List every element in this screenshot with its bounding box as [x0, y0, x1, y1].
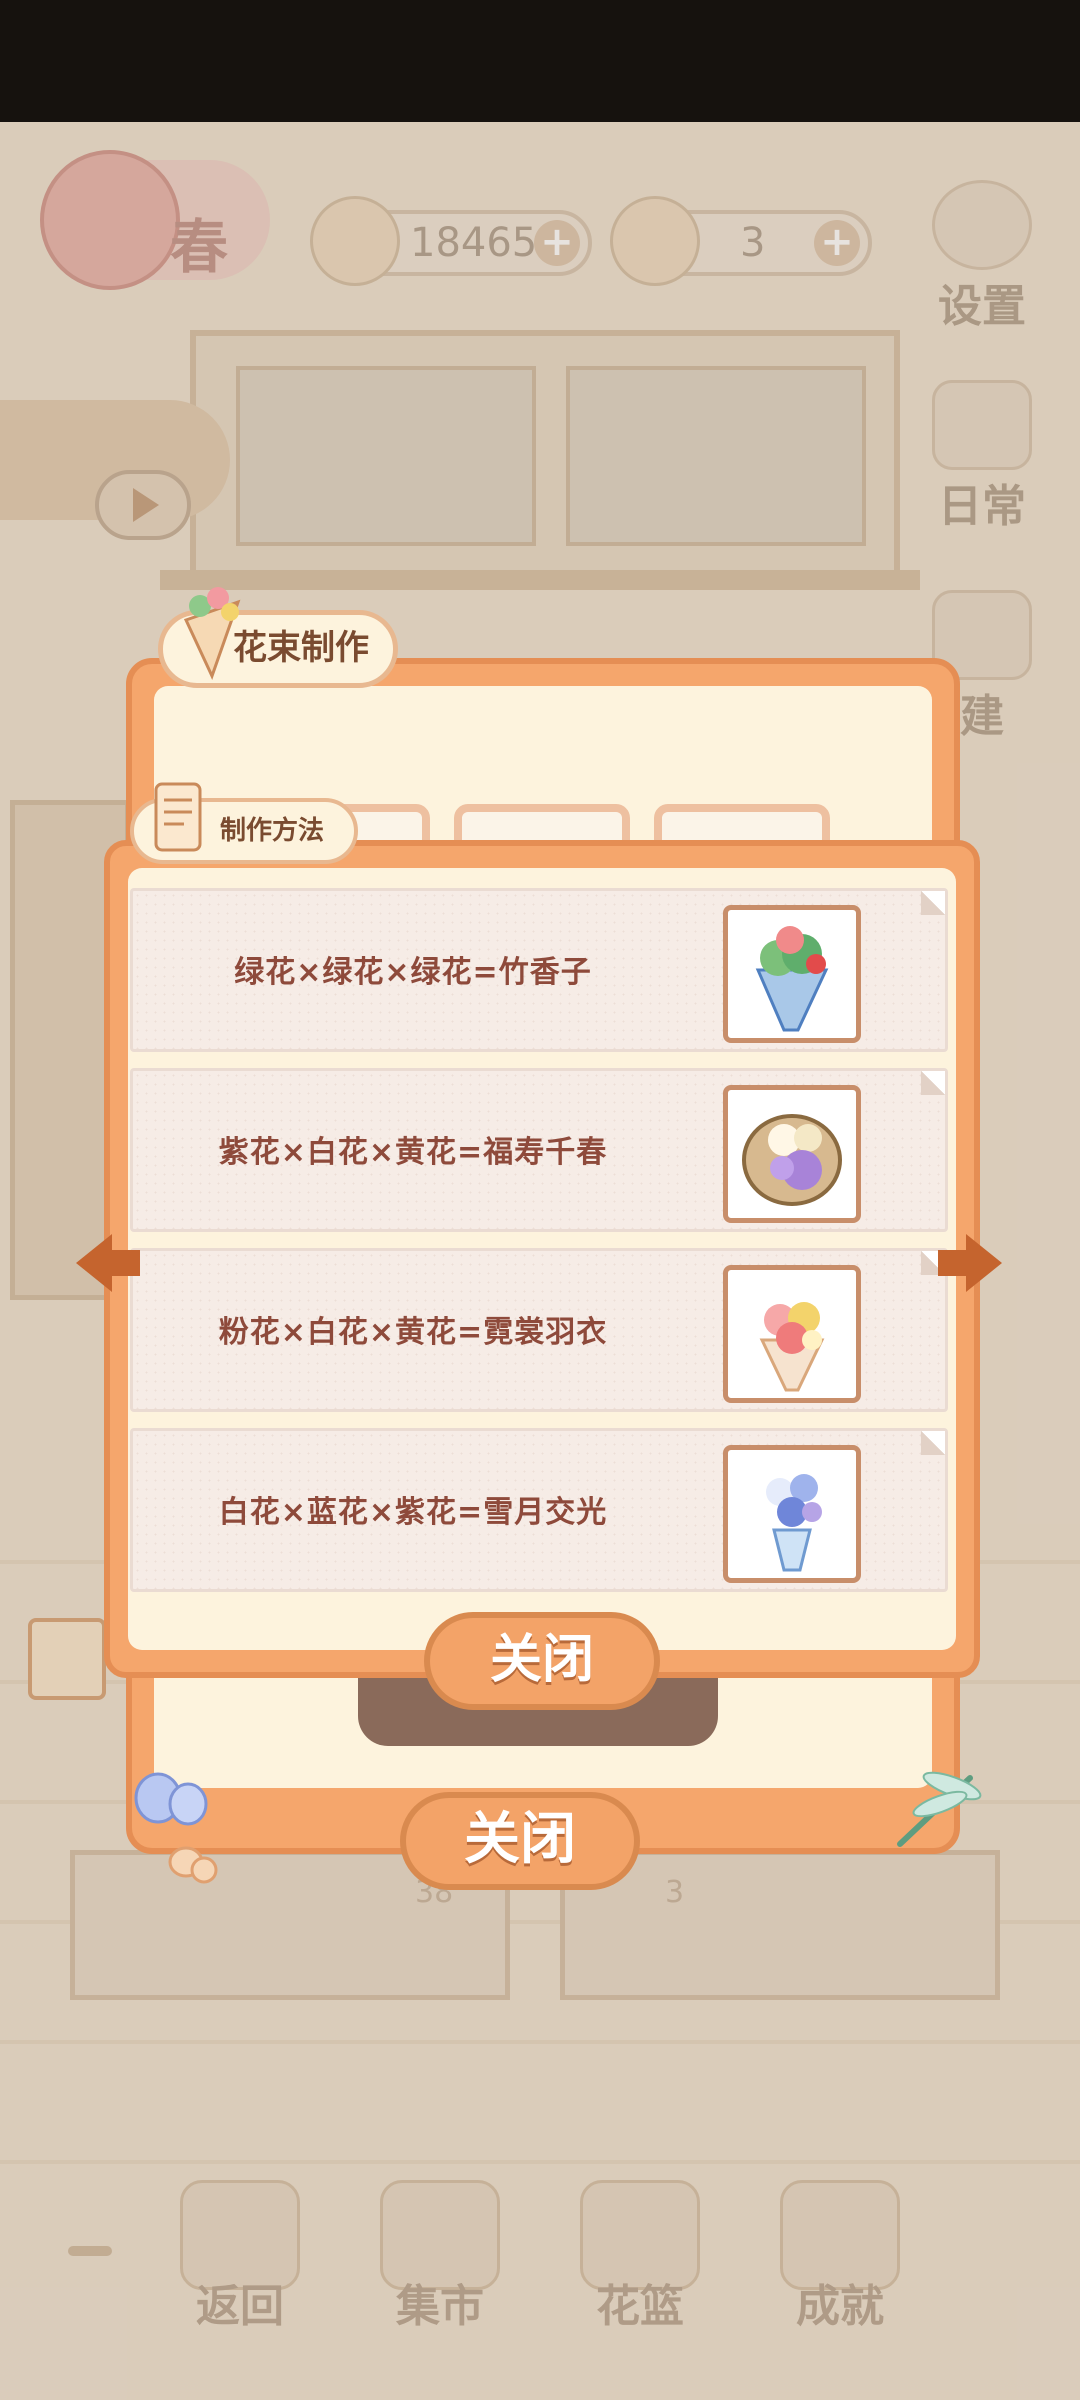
recipe-row: 粉花×白花×黄花=霓裳羽衣 [130, 1248, 948, 1412]
close-bouquet-button[interactable]: 关闭 [400, 1792, 640, 1890]
recipe-row: 紫花×白花×黄花=福寿千春 [130, 1068, 948, 1232]
arrow-right-icon[interactable] [936, 1228, 1006, 1298]
recipe-row: 绿花×绿花×绿花=竹香子 [130, 888, 948, 1052]
pink-bouquet-image[interactable] [723, 1265, 861, 1403]
lily-bouquet-image[interactable] [723, 1445, 861, 1583]
recipe-row: 白花×蓝花×紫花=雪月交光 [130, 1428, 948, 1592]
green-bouquet-image[interactable] [723, 905, 861, 1043]
basket-bouquet-image[interactable] [723, 1085, 861, 1223]
bouquet-icon [183, 587, 241, 680]
recipe-text: 紫花×白花×黄花=福寿千春 [218, 1135, 608, 1170]
recipe-text: 白花×蓝花×紫花=雪月交光 [218, 1495, 608, 1530]
arrow-left-icon[interactable] [72, 1228, 142, 1298]
close-recipe-button[interactable]: 关闭 [424, 1612, 660, 1710]
recipe-text: 绿花×绿花×绿花=竹香子 [234, 955, 592, 990]
dragonfly-icon [897, 1771, 982, 1847]
butterfly-icon [134, 1772, 218, 1884]
recipe-text: 粉花×白花×黄花=霓裳羽衣 [218, 1315, 608, 1350]
recipe-scroll-icon [154, 782, 202, 852]
